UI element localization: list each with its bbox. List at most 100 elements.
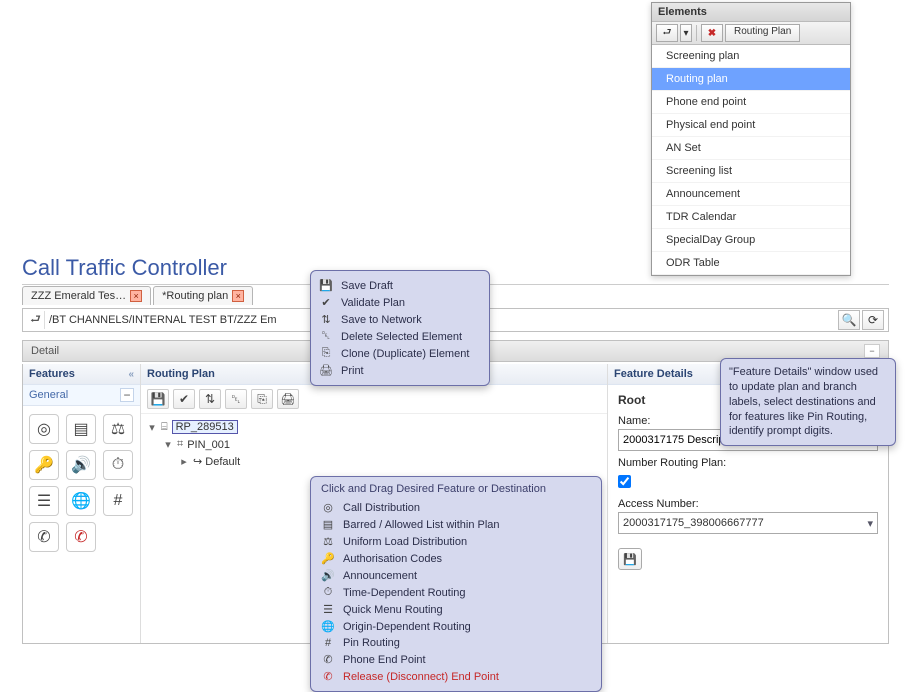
tip-label: Phone End Point [343, 654, 426, 666]
tip-icon: ✆ [321, 670, 335, 683]
announcement-icon[interactable]: 🔊 [66, 450, 96, 480]
origin-routing-icon[interactable]: 🌐 [66, 486, 96, 516]
elements-item[interactable]: Physical end point [652, 114, 850, 137]
plan-icon: ⌸ [161, 421, 168, 434]
barred-list-icon[interactable]: ▤ [66, 414, 96, 444]
pin-routing-icon[interactable]: # [103, 486, 133, 516]
tip-label: Save to Network [341, 314, 422, 326]
nrp-label: Number Routing Plan: [618, 457, 878, 469]
pin-icon: ⌗ [177, 438, 183, 451]
elements-item[interactable]: SpecialDay Group [652, 229, 850, 252]
release-endpoint-icon[interactable]: ✆ [66, 522, 96, 552]
features-group-label: General [29, 389, 68, 401]
tab-emerald[interactable]: ZZZ Emerald Tes… × [22, 286, 151, 305]
tip-label: Print [341, 365, 364, 377]
tip-icon: 🖨 [319, 364, 333, 377]
tree-child[interactable]: ▾ ⌗ PIN_001 [147, 436, 601, 453]
routing-plan-tree[interactable]: ▾ ⌸ RP_289513 ▾ ⌗ PIN_001 ▸ ↪ Default [141, 414, 607, 474]
tooltip-row: ✆ Release (Disconnect) End Point [321, 668, 591, 685]
tip-label: Origin-Dependent Routing [343, 621, 471, 633]
tooltip-row: ⇅Save to Network [319, 311, 481, 328]
tab-label: *Routing plan [162, 290, 228, 302]
features-title: Features [29, 368, 75, 380]
elements-item[interactable]: Screening list [652, 160, 850, 183]
clone-element-button[interactable]: ⎘ [251, 389, 273, 409]
elements-panel: Elements ⮐ ▾ ✖ Routing Plan Screening pl… [651, 2, 851, 276]
tooltip-row: ⚖ Uniform Load Distribution [321, 533, 591, 550]
tip-label: Pin Routing [343, 637, 400, 649]
elements-item[interactable]: Routing plan [652, 68, 850, 91]
tip-label: Clone (Duplicate) Element [341, 348, 469, 360]
tab-routing-plan[interactable]: *Routing plan × [153, 286, 253, 305]
save-button[interactable]: 💾 [618, 548, 642, 570]
tip-label: Uniform Load Distribution [343, 536, 467, 548]
routing-plan-toolbar: 💾 ✔ ⇅ ␡ ⎘ 🖨 [141, 385, 607, 414]
close-icon[interactable]: × [130, 290, 142, 302]
elements-item[interactable]: TDR Calendar [652, 206, 850, 229]
elements-toolbar: ⮐ ▾ ✖ Routing Plan [652, 22, 850, 45]
tooltip-row: ▤Barred / Allowed List within Plan [321, 516, 591, 533]
uniform-load-icon[interactable]: ⚖ [103, 414, 133, 444]
tree-root[interactable]: ▾ ⌸ RP_289513 [147, 418, 601, 436]
save-network-button[interactable]: ⇅ [199, 389, 221, 409]
features-tooltip: Click and Drag Desired Feature or Destin… [310, 476, 602, 692]
delete-element-button[interactable]: ␡ [225, 389, 247, 409]
tooltip-row: 🖨 Print [319, 362, 481, 379]
tip-label: Authorisation Codes [343, 553, 442, 565]
collapse-icon[interactable]: − [864, 344, 880, 358]
save-draft-button[interactable]: 💾 [147, 389, 169, 409]
tooltip-row: 💾 Save Draft [319, 277, 481, 294]
tree-root-label: RP_289513 [172, 420, 238, 434]
features-panel: Features « General − ◎ ▤ ⚖ 🔑 🔊 ⏱ ☰ 🌐 # ✆… [23, 364, 141, 643]
elements-delete-button[interactable]: ✖ [701, 24, 723, 42]
elements-add-button[interactable]: ⮐ [656, 24, 678, 42]
twisty-icon[interactable]: ▾ [147, 421, 157, 434]
call-distribution-icon[interactable]: ◎ [29, 414, 59, 444]
refresh-icon[interactable]: ⟳ [862, 310, 884, 330]
tip-icon: ◎ [321, 501, 335, 514]
tip-label: Release (Disconnect) End Point [343, 671, 499, 683]
elements-item[interactable]: AN Set [652, 137, 850, 160]
features-group-header[interactable]: General − [23, 385, 140, 406]
tip-icon: 💾 [319, 279, 333, 292]
auth-codes-icon[interactable]: 🔑 [29, 450, 59, 480]
search-icon[interactable]: 🔍 [838, 310, 860, 330]
tree-leaf[interactable]: ▸ ↪ Default [147, 453, 601, 470]
tree-child-label: PIN_001 [187, 439, 230, 451]
quick-menu-icon[interactable]: ☰ [29, 486, 59, 516]
close-icon[interactable]: × [232, 290, 244, 302]
elements-item[interactable]: ODR Table [652, 252, 850, 275]
tip-icon: ⏱ [321, 586, 335, 599]
print-button[interactable]: 🖨 [277, 389, 299, 409]
elements-type-button[interactable]: Routing Plan [725, 24, 800, 42]
page-title: Call Traffic Controller [22, 255, 227, 281]
elements-item[interactable]: Screening plan [652, 45, 850, 68]
chevron-left-icon[interactable]: « [128, 369, 134, 380]
validate-plan-button[interactable]: ✔ [173, 389, 195, 409]
tip-icon: 🔊 [321, 569, 335, 582]
elements-item[interactable]: Phone end point [652, 91, 850, 114]
tip-icon: ⚖ [321, 535, 335, 548]
tooltip-row: ⎘Clone (Duplicate) Element [319, 345, 481, 362]
twisty-icon[interactable]: ▸ [179, 455, 189, 468]
phone-endpoint-icon[interactable]: ✆ [29, 522, 59, 552]
tip-label: Save Draft [341, 280, 393, 292]
tip-label: Barred / Allowed List within Plan [343, 519, 500, 531]
breadcrumb-icon[interactable]: ⮐ [27, 311, 45, 329]
elements-item[interactable]: Announcement [652, 183, 850, 206]
access-value: 2000317175_398006667777 [623, 517, 764, 529]
tooltip-row: ␡Delete Selected Element [319, 328, 481, 345]
twisty-icon[interactable]: ▾ [163, 438, 173, 451]
elements-dropdown-icon[interactable]: ▾ [680, 24, 692, 42]
collapse-icon[interactable]: − [120, 388, 134, 402]
nrp-checkbox[interactable] [618, 475, 631, 488]
tip-label: Call Distribution [343, 502, 420, 514]
access-number-combo[interactable]: 2000317175_398006667777 ▾ [618, 512, 878, 534]
time-routing-icon[interactable]: ⏱ [103, 450, 133, 480]
tooltip-row: ⏱Time-Dependent Routing [321, 584, 591, 601]
tooltip-row: ◎ Call Distribution [321, 499, 591, 516]
tip-icon: ☰ [321, 603, 335, 616]
feature-palette: ◎ ▤ ⚖ 🔑 🔊 ⏱ ☰ 🌐 # ✆ ✆ [23, 406, 140, 560]
tooltip-row: #Pin Routing [321, 635, 591, 651]
tree-leaf-label: ↪ Default [193, 455, 240, 468]
